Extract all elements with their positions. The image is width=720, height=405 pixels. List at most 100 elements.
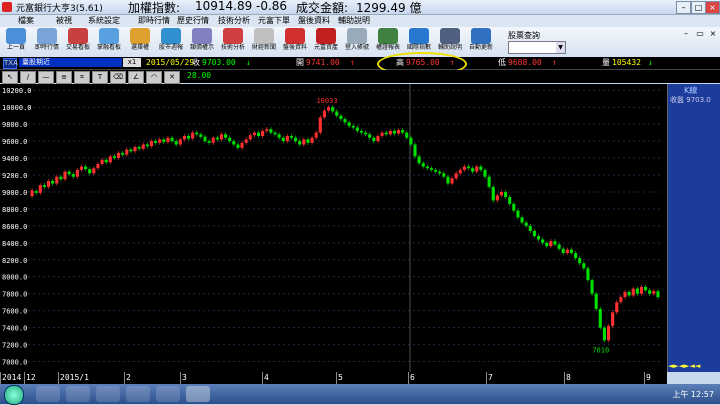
x-tick-mark — [486, 372, 487, 384]
toolbar-icon — [254, 28, 274, 44]
candle-body — [598, 308, 602, 328]
pointer-tool-icon[interactable]: ↖ — [2, 71, 18, 84]
candle-body — [565, 249, 569, 254]
toolbar-button-14[interactable]: 輔助說明 — [438, 28, 462, 56]
candle-body — [364, 132, 368, 135]
y-tick-label: 8600.0 — [2, 223, 27, 231]
candle-body — [532, 230, 536, 237]
candle-body — [224, 134, 228, 138]
kline-chart[interactable]: 7000.0 7200.0 7400.0 7600.0 7800.0 8000.0 8200… — [0, 84, 667, 372]
clear-tool-icon[interactable]: ✕ — [164, 71, 180, 84]
taskbar-app-media[interactable] — [96, 386, 120, 402]
taskbar-app-folder[interactable] — [66, 386, 90, 402]
inner-restore-icon[interactable]: ▭ — [694, 28, 706, 40]
erase-tool-icon[interactable]: ⌫ — [110, 71, 126, 84]
toolbar-button-1[interactable]: 即時行情 — [35, 28, 59, 56]
chevron-down-icon[interactable]: ▼ — [556, 42, 565, 53]
toolbar-button-15[interactable]: 自動更新 — [469, 28, 493, 56]
toolbar-label: 交易看板 — [65, 44, 90, 51]
menu-item-technical[interactable]: 技術分析 — [218, 15, 250, 27]
menu-item-history[interactable]: 歷史行情 — [177, 15, 209, 27]
toolbar-button-4[interactable]: 選擇權 — [128, 28, 152, 56]
candle-body — [240, 142, 244, 148]
taskbar-app-chrome[interactable] — [156, 386, 180, 402]
chart-svg[interactable]: 7000.0 7200.0 7400.0 7600.0 7800.0 8000.0 8200… — [0, 84, 667, 372]
low-arrow-icon: ↑ — [552, 58, 557, 67]
menu-item-afterhours[interactable]: 盤後資料 — [298, 15, 330, 27]
candle-body — [458, 169, 462, 174]
channel-tool-icon[interactable]: ≡ — [56, 71, 72, 84]
menu-item-settings[interactable]: 系統設定 — [88, 15, 120, 27]
maximize-icon[interactable]: □ — [691, 1, 706, 14]
candle-body — [289, 136, 294, 138]
candle-body — [499, 191, 504, 196]
candle-body — [178, 139, 182, 145]
volume-value: 105432 — [612, 58, 641, 67]
arc-tool-icon[interactable]: ◠ — [146, 71, 162, 84]
candle-body — [322, 110, 326, 118]
toolbar-button-12[interactable]: 權證報表 — [376, 28, 400, 56]
toolbar-button-3[interactable]: 掌融看板 — [97, 28, 121, 56]
stock-query-select[interactable]: ▼ — [508, 41, 566, 54]
toolbar-label: 輔助說明 — [437, 44, 462, 51]
taskbar-app-explorer[interactable] — [36, 386, 60, 402]
candle-body — [631, 288, 635, 296]
menu-item-view[interactable]: 被視 — [56, 15, 72, 27]
candle-body — [380, 132, 384, 137]
candle-body — [388, 130, 392, 135]
menu-item-help[interactable]: 輔助說明 — [338, 15, 370, 27]
candle-body — [75, 169, 79, 177]
inner-close-icon[interactable]: × — [707, 28, 719, 40]
toolbar-button-7[interactable]: 技術分析 — [221, 28, 245, 56]
inner-minimize-icon[interactable]: – — [680, 28, 692, 40]
toolbar-label: 股市週報 — [158, 44, 183, 51]
toolbar-icon — [285, 28, 305, 44]
candle-body — [347, 122, 351, 126]
toolbar-button-10[interactable]: 元富資產 — [314, 28, 338, 56]
app-title: 元富銀行大亨3(5.61) — [16, 4, 103, 14]
toolbar-icon — [316, 28, 336, 44]
close-arrow-icon: ↓ — [246, 58, 251, 67]
toolbar-button-9[interactable]: 盤後資料 — [283, 28, 307, 56]
taskbar-app-ie[interactable] — [126, 386, 150, 402]
line-tool-icon[interactable]: / — [20, 71, 36, 84]
toolbar-icon — [471, 28, 491, 44]
taskbar-app-trading[interactable] — [186, 386, 210, 402]
candle-body — [495, 195, 499, 201]
candle-body — [137, 147, 141, 149]
close-icon[interactable]: × — [705, 1, 720, 14]
scroll-arrows[interactable]: ◄►◄►◄◄ — [668, 362, 700, 370]
toolbar-button-5[interactable]: 股市週報 — [159, 28, 183, 56]
menu-item-file[interactable]: 檔案 — [18, 15, 34, 27]
toolbar-button-2[interactable]: 交易看板 — [66, 28, 90, 56]
toolbar-label: 權證報表 — [375, 44, 400, 51]
candle-body — [298, 141, 302, 145]
close-price-readout: 收盤 9703.0 — [670, 96, 711, 104]
minimize-icon[interactable]: – — [676, 1, 691, 14]
open-arrow-icon: ↑ — [350, 58, 355, 67]
symbol-code[interactable]: TXA — [3, 58, 18, 69]
candle-body — [133, 147, 137, 152]
start-button[interactable] — [4, 385, 24, 405]
candle-body — [88, 169, 92, 174]
gann-tool-icon[interactable]: ∠ — [128, 71, 144, 84]
toolbar-icon — [378, 28, 398, 44]
candle-body — [84, 166, 88, 170]
y-tick-label: 10200.0 — [2, 87, 32, 95]
fib-tool-icon[interactable]: ⌗ — [74, 71, 90, 84]
text-tool-icon[interactable]: T — [92, 71, 108, 84]
multiplier-select[interactable]: x1 — [123, 58, 141, 67]
candle-body — [191, 132, 195, 139]
menu-item-order[interactable]: 元富下單 — [258, 15, 290, 27]
toolbar-button-0[interactable]: 上一頁 — [4, 28, 28, 56]
candle-body — [656, 291, 660, 298]
y-tick-label: 7200.0 — [2, 342, 27, 350]
toolbar-button-11[interactable]: 登入帳號 — [345, 28, 369, 56]
toolbar-button-6[interactable]: 類價權示 — [190, 28, 214, 56]
toolbar-button-8[interactable]: 財經新聞 — [252, 28, 276, 56]
candle-body — [125, 149, 129, 155]
symbol-name[interactable]: 臺股期近 — [19, 58, 122, 67]
hline-tool-icon[interactable]: — — [38, 71, 54, 84]
app-icon — [2, 2, 12, 12]
menu-item-realtime[interactable]: 即時行情 — [138, 15, 170, 27]
